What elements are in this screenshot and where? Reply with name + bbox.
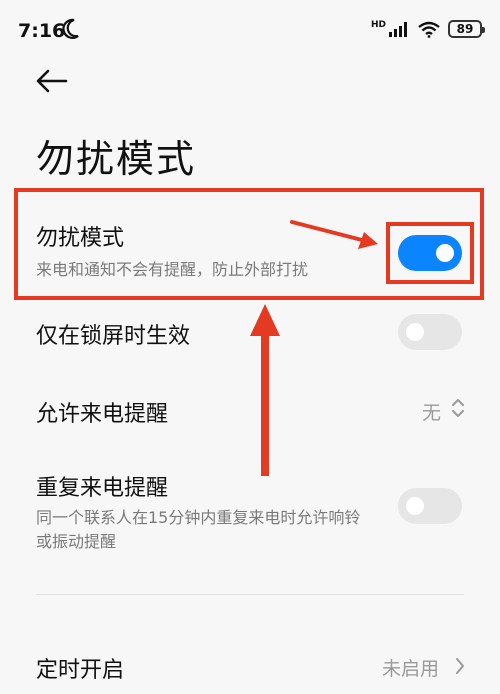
allow-calls-title: 允许来电提醒 <box>36 402 169 427</box>
allow-calls-row[interactable]: 允许来电提醒 <box>36 396 464 428</box>
battery-indicator: 89 <box>448 20 485 38</box>
status-time: 7:16 <box>18 20 66 42</box>
page-title: 勿扰模式 <box>36 137 197 181</box>
allow-calls-value: 无 <box>422 402 442 424</box>
hd-label: HD <box>370 20 386 30</box>
signal-icon <box>389 22 407 37</box>
toggle-highlight-box <box>386 222 474 284</box>
chevron-right-icon[interactable] <box>454 656 466 676</box>
section-divider <box>36 594 464 595</box>
wifi-icon <box>418 21 440 38</box>
moon-icon <box>62 18 79 39</box>
repeat-calls-subtitle-2: 或振动提醒 <box>36 532 117 551</box>
status-bar: 7:16 HD 89 <box>0 0 500 60</box>
schedule-value: 未启用 <box>382 658 440 680</box>
lock-screen-only-toggle[interactable] <box>398 314 462 350</box>
back-arrow-icon[interactable] <box>34 66 70 96</box>
toggle-knob <box>406 497 424 515</box>
chevron-updown-icon[interactable] <box>450 396 466 420</box>
battery-level: 89 <box>456 22 474 36</box>
repeat-calls-toggle[interactable] <box>398 488 462 524</box>
toggle-knob <box>406 323 424 341</box>
